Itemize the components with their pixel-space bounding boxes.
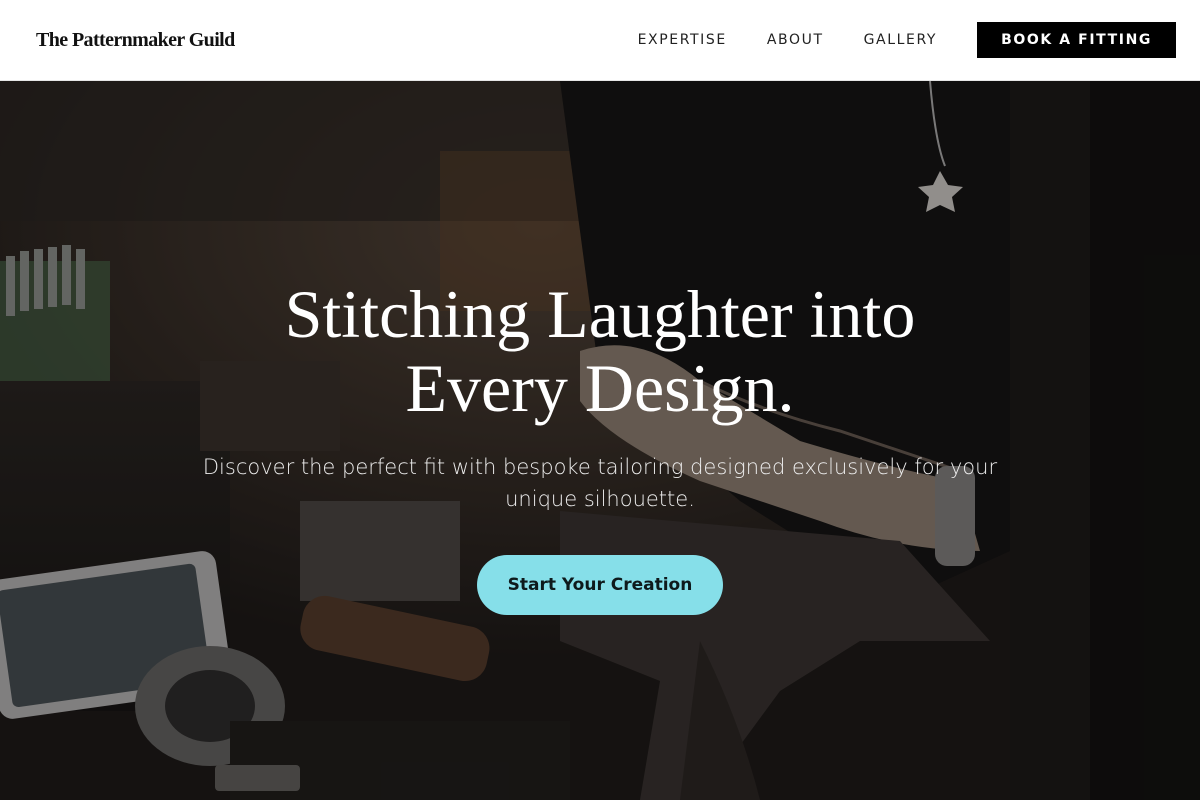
start-creation-button[interactable]: Start Your Creation: [477, 555, 723, 615]
main-nav: EXPERTISE ABOUT GALLERY BOOK A FITTING: [638, 22, 1176, 58]
site-header: The Patternmaker Guild EXPERTISE ABOUT G…: [0, 0, 1200, 81]
brand-logo[interactable]: The Patternmaker Guild: [36, 29, 235, 52]
hero-title-line-1: Stitching Laughter into: [284, 276, 916, 352]
hero-content: Stitching Laughter into Every Design. Di…: [0, 81, 1200, 800]
hero-title: Stitching Laughter into Every Design.: [220, 277, 980, 425]
book-fitting-button[interactable]: BOOK A FITTING: [977, 22, 1176, 58]
hero-section: Stitching Laughter into Every Design. Di…: [0, 81, 1200, 800]
hero-title-line-2: Every Design.: [405, 350, 795, 426]
nav-link-gallery[interactable]: GALLERY: [864, 32, 937, 48]
hero-subtitle: Discover the perfect fit with bespoke ta…: [202, 455, 998, 511]
nav-link-expertise[interactable]: EXPERTISE: [638, 32, 727, 48]
nav-link-about[interactable]: ABOUT: [767, 32, 824, 48]
